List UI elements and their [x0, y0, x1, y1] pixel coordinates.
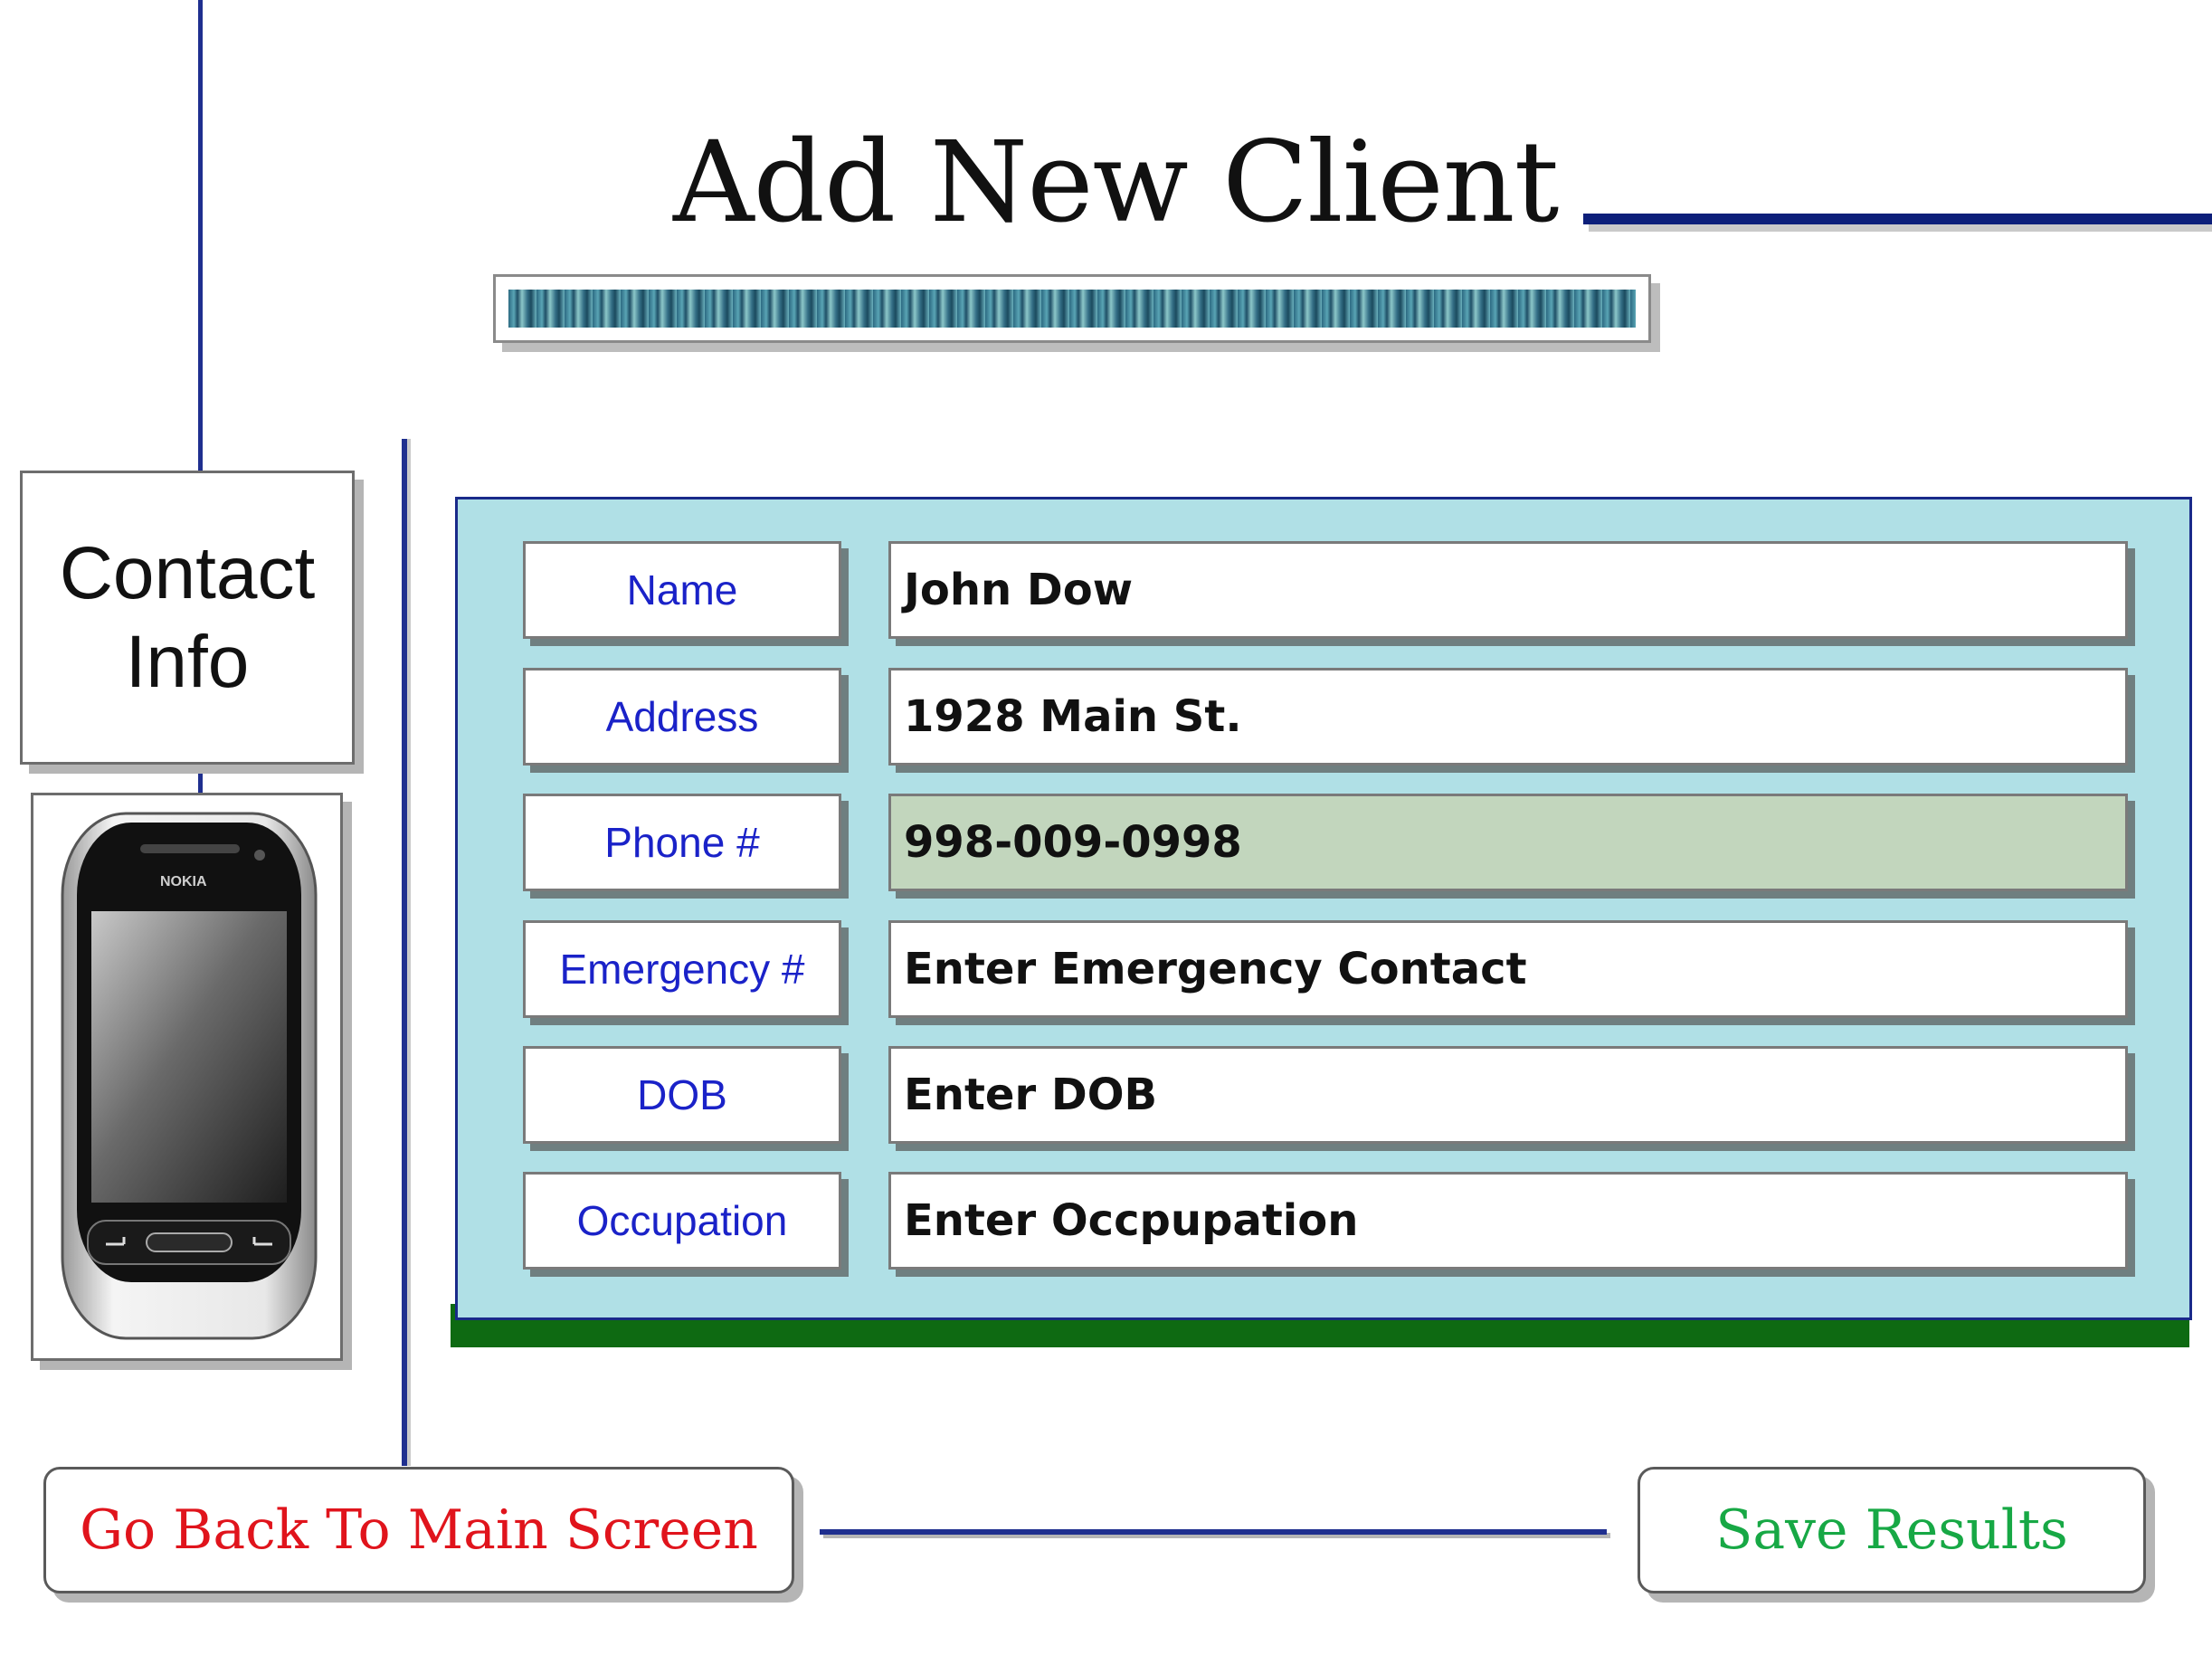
- contact-info-label: Contact Info: [59, 531, 316, 703]
- address-label: Address: [523, 668, 841, 766]
- page-title: Add New Client: [673, 118, 1559, 248]
- mobile-phone-icon: NOKIA: [61, 812, 318, 1340]
- phone-image-frame: NOKIA: [31, 793, 343, 1361]
- title-decorative-bar: [493, 274, 1651, 343]
- title-decorative-bar-fill: [508, 290, 1636, 328]
- title-underline-rule: [1583, 214, 2212, 224]
- phone-label: Phone #: [523, 794, 841, 891]
- occupation-field[interactable]: Enter Occpupation: [888, 1172, 2128, 1270]
- name-field[interactable]: John Dow: [888, 541, 2128, 639]
- phone-field[interactable]: 998-009-0998: [888, 794, 2128, 891]
- name-label: Name: [523, 541, 841, 639]
- address-field[interactable]: 1928 Main St.: [888, 668, 2128, 766]
- left-vertical-rule-top: [198, 0, 203, 471]
- go-back-button[interactable]: Go Back To Main Screen: [43, 1467, 794, 1593]
- occupation-label: Occupation: [523, 1172, 841, 1270]
- left-vertical-rule-mid: [198, 765, 203, 794]
- bottom-connector-rule: [820, 1529, 1607, 1535]
- divider-vertical-rule: [402, 439, 407, 1466]
- phone-brand-label: NOKIA: [160, 874, 207, 889]
- save-results-button[interactable]: Save Results: [1638, 1467, 2146, 1593]
- dob-label: DOB: [523, 1046, 841, 1144]
- dob-field[interactable]: Enter DOB: [888, 1046, 2128, 1144]
- emergency-contact-field[interactable]: Enter Emergency Contact: [888, 920, 2128, 1018]
- emergency-label: Emergency #: [523, 920, 841, 1018]
- contact-info-tab: Contact Info: [20, 471, 355, 765]
